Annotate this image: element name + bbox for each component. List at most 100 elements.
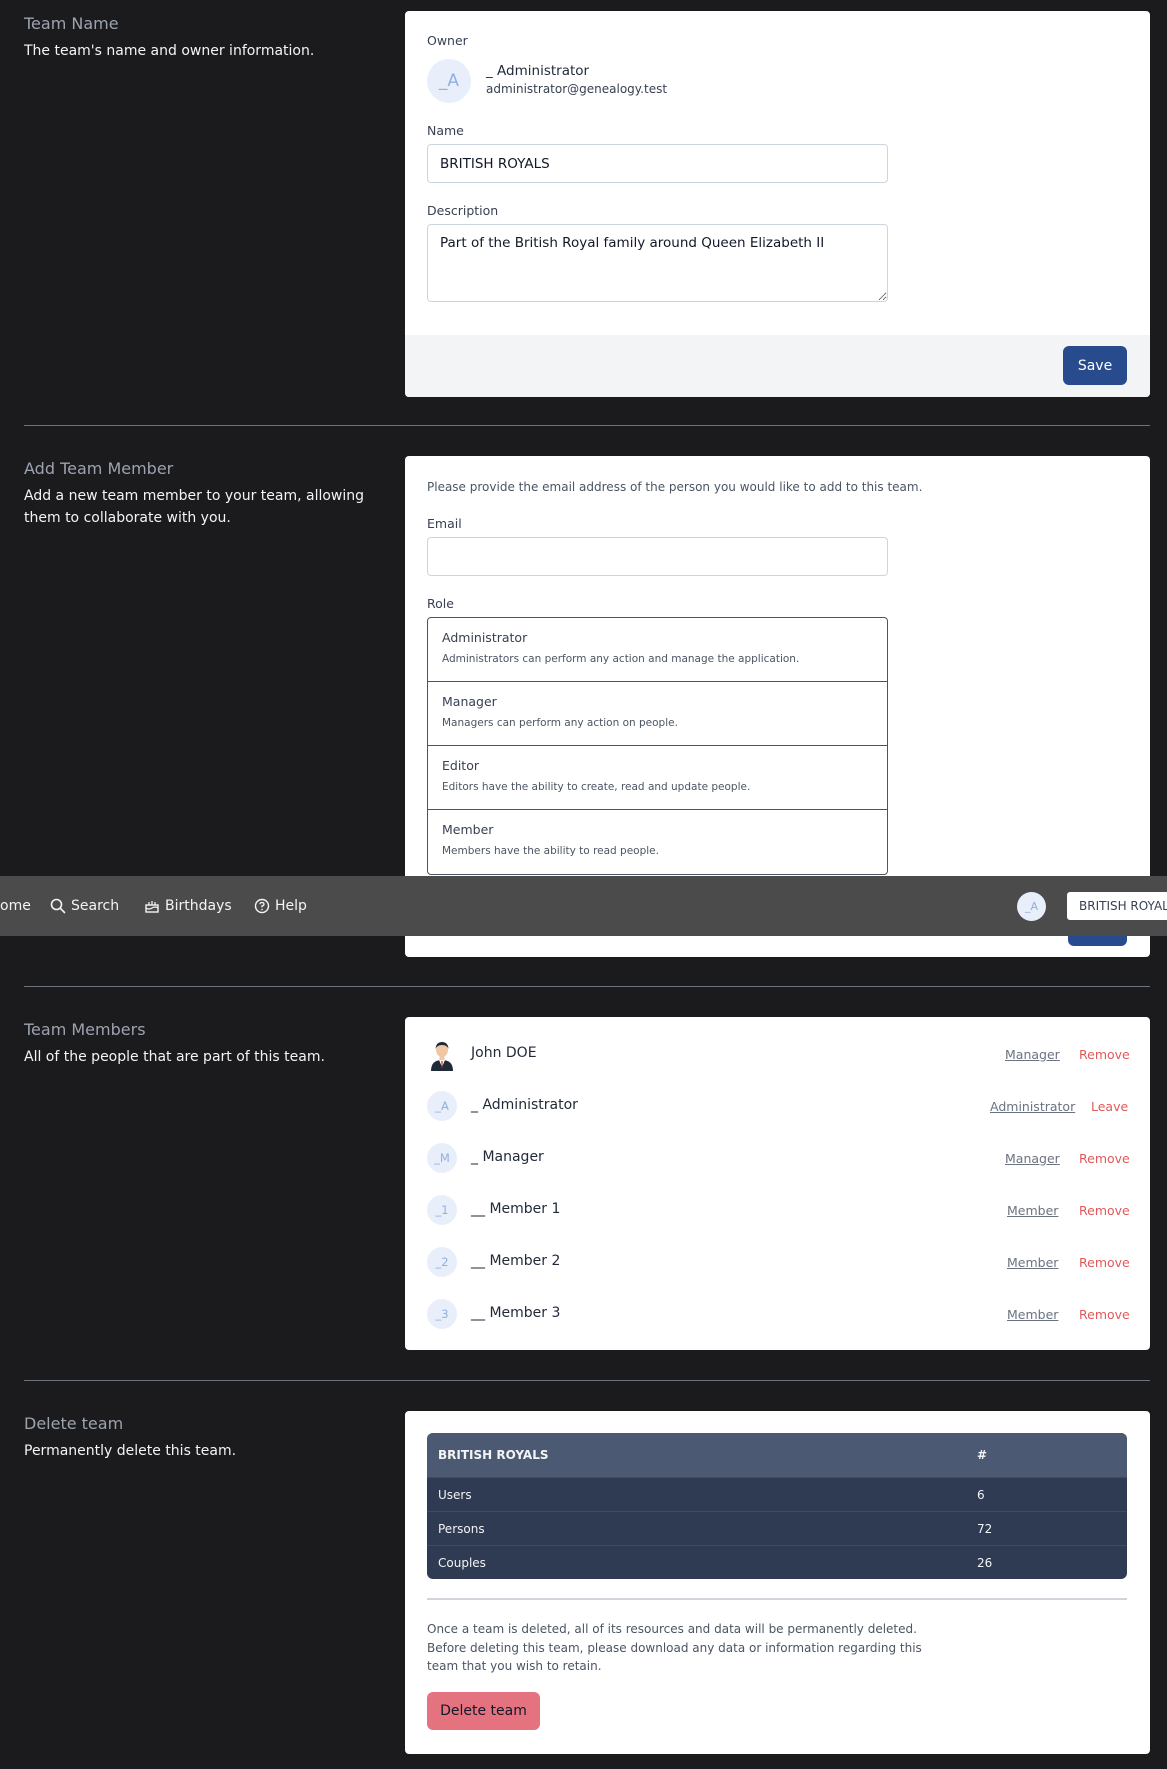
member-row: _2 __ Member 2 Member Remove (405, 1237, 1150, 1289)
member-role-link[interactable]: Member (1007, 1255, 1058, 1270)
member-name: __ Member 3 (471, 1305, 561, 1321)
stats-row-couples: Couples 26 (427, 1545, 1127, 1579)
email-label: Email (427, 516, 462, 531)
section-desc-delete-team: Permanently delete this team. (24, 1443, 237, 1459)
stats-cell-value: 26 (977, 1556, 993, 1570)
member-avatar: _3 (427, 1299, 457, 1329)
nav-help[interactable]: Help (254, 876, 307, 936)
member-avatar: _2 (427, 1247, 457, 1277)
member-role-link[interactable]: Manager (1005, 1151, 1060, 1166)
team-members-card: John DOE Manager Remove _A _ Administrat… (405, 1017, 1150, 1350)
owner-email: administrator@genealogy.test (486, 82, 668, 96)
stats-cell-value: 72 (977, 1522, 993, 1536)
member-name: __ Member 1 (471, 1201, 561, 1217)
section-divider (24, 425, 1150, 426)
stats-cell-label: Couples (438, 1556, 486, 1570)
member-name: _ Manager (471, 1149, 544, 1165)
role-option-editor[interactable]: Editor Editors have the ability to creat… (428, 746, 887, 810)
member-remove-link[interactable]: Remove (1079, 1047, 1130, 1062)
role-desc: Members have the ability to read people. (442, 845, 659, 857)
stats-row-users: Users 6 (427, 1477, 1127, 1511)
section-title-add-member: Add Team Member (24, 459, 174, 478)
member-avatar: _A (427, 1091, 457, 1121)
owner-label: Owner (427, 33, 468, 48)
role-name: Editor (442, 758, 479, 773)
member-name: _ Administrator (471, 1097, 578, 1113)
role-name: Administrator (442, 630, 528, 645)
role-option-administrator[interactable]: Administrator Administrators can perform… (428, 618, 887, 682)
card-divider (427, 1598, 1127, 1600)
member-row: _M _ Manager Manager Remove (405, 1133, 1150, 1185)
person-portrait-icon (431, 1042, 453, 1071)
description-label: Description (427, 203, 499, 218)
role-desc: Administrators can perform any action an… (442, 653, 800, 665)
stats-header-count: # (977, 1448, 988, 1462)
search-icon (50, 898, 66, 914)
section-desc-add-member: Add a new team member to your team, allo… (24, 488, 365, 526)
nav-search[interactable]: Search (50, 876, 119, 936)
card-footer: Save (405, 335, 1150, 397)
delete-team-button[interactable]: Delete team (427, 1692, 540, 1730)
member-name: John DOE (471, 1045, 537, 1061)
section-title-delete-team: Delete team (24, 1414, 124, 1433)
team-selector[interactable]: BRITISH ROYALS (1067, 892, 1167, 920)
member-remove-link[interactable]: Remove (1079, 1151, 1130, 1166)
member-name: __ Member 2 (471, 1253, 561, 1269)
section-desc-team-members: All of the people that are part of this … (24, 1049, 325, 1065)
section-title-team-members: Team Members (24, 1020, 146, 1039)
member-row: John DOE Manager Remove (405, 1029, 1150, 1081)
role-list: Administrator Administrators can perform… (427, 617, 888, 875)
add-member-intro: Please provide the email address of the … (427, 480, 923, 494)
stats-header-row: BRITISH ROYALS # (427, 1433, 1127, 1477)
team-name-card: Owner _A _ Administrator administrator@g… (405, 11, 1150, 397)
section-divider (24, 986, 1150, 987)
team-description-input[interactable] (427, 224, 888, 302)
email-input[interactable] (427, 537, 888, 576)
team-name-input[interactable] (427, 144, 888, 183)
team-stats-table: BRITISH ROYALS # Users 6 Persons 72 Coup… (427, 1433, 1127, 1579)
top-navbar: ome Search Birthdays Help _A BRITISH ROY… (0, 876, 1167, 936)
role-desc: Managers can perform any action on peopl… (442, 717, 678, 729)
user-avatar[interactable]: _A (1017, 892, 1046, 921)
cake-icon (145, 901, 159, 913)
nav-home-label: ome (0, 898, 31, 914)
owner-avatar: _A (427, 59, 471, 103)
nav-search-label: Search (71, 898, 120, 914)
member-role-link[interactable]: Manager (1005, 1047, 1060, 1062)
nav-help-label: Help (275, 898, 307, 914)
member-leave-link[interactable]: Leave (1091, 1099, 1128, 1114)
delete-warning: Once a team is deleted, all of its resou… (427, 1622, 922, 1673)
member-role-link[interactable]: Administrator (990, 1099, 1075, 1114)
stats-cell-label: Persons (438, 1522, 485, 1536)
role-option-member[interactable]: Member Members have the ability to read … (428, 810, 887, 874)
member-row: _1 __ Member 1 Member Remove (405, 1185, 1150, 1237)
name-label: Name (427, 123, 464, 138)
member-role-link[interactable]: Member (1007, 1307, 1058, 1322)
member-avatar: _1 (427, 1195, 457, 1225)
role-label: Role (427, 596, 454, 611)
member-remove-link[interactable]: Remove (1079, 1255, 1130, 1270)
member-role-link[interactable]: Member (1007, 1203, 1058, 1218)
role-name: Manager (442, 694, 497, 709)
role-name: Member (442, 822, 494, 837)
role-option-manager[interactable]: Manager Managers can perform any action … (428, 682, 887, 746)
member-avatar: _M (427, 1143, 457, 1173)
member-remove-link[interactable]: Remove (1079, 1203, 1130, 1218)
nav-birthdays[interactable]: Birthdays (144, 876, 232, 936)
owner-name: _ Administrator (486, 63, 590, 79)
stats-row-persons: Persons 72 (427, 1511, 1127, 1545)
stats-cell-label: Users (438, 1488, 472, 1502)
member-remove-link[interactable]: Remove (1079, 1307, 1130, 1322)
help-icon (254, 898, 270, 914)
member-row: _3 __ Member 3 Member Remove (405, 1289, 1150, 1341)
stats-cell-value: 6 (977, 1488, 985, 1502)
nav-home[interactable]: ome (0, 876, 31, 936)
delete-team-card: BRITISH ROYALS # Users 6 Persons 72 Coup… (405, 1411, 1150, 1754)
stats-header-team: BRITISH ROYALS (438, 1448, 549, 1462)
section-desc-team-name: The team's name and owner information. (24, 43, 315, 59)
section-divider (24, 1380, 1150, 1381)
member-row: _A _ Administrator Administrator Leave (405, 1081, 1150, 1133)
role-desc: Editors have the ability to create, read… (442, 781, 751, 793)
nav-birthdays-label: Birthdays (165, 898, 232, 914)
save-button[interactable]: Save (1063, 346, 1127, 385)
